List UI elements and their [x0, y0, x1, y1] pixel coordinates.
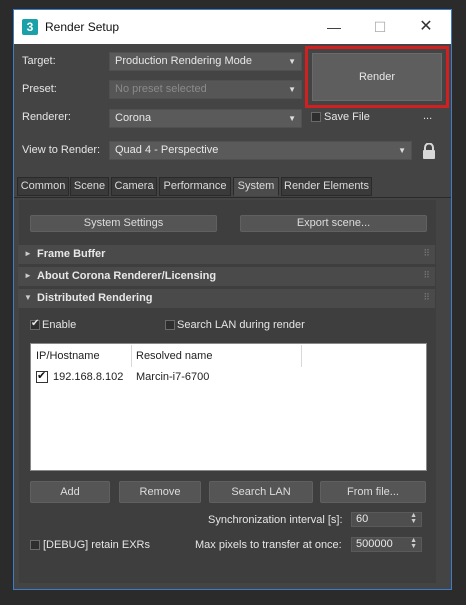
- chevron-down-icon: ▼: [398, 146, 406, 155]
- host-ip[interactable]: 192.168.8.102: [53, 371, 123, 383]
- spinner-arrows-icon[interactable]: ▲ ▼: [410, 512, 417, 525]
- tab-performance[interactable]: Performance: [159, 177, 231, 196]
- search-lan-checkbox[interactable]: [165, 320, 175, 330]
- close-button[interactable]: ✕: [403, 10, 449, 44]
- remove-button[interactable]: Remove: [119, 481, 201, 503]
- host-row-checkbox[interactable]: [36, 369, 48, 383]
- tab-camera[interactable]: Camera: [111, 177, 157, 196]
- sync-interval-spinner[interactable]: 60 ▲ ▼: [351, 512, 422, 527]
- system-settings-button[interactable]: System Settings: [30, 215, 217, 232]
- target-label: Target:: [22, 55, 56, 67]
- render-highlight-box: Render: [305, 46, 449, 108]
- chevron-down-icon: ▼: [288, 57, 296, 66]
- tab-bar: Common Scene Camera Performance System R…: [14, 176, 451, 198]
- enable-label: Enable: [42, 319, 77, 331]
- search-lan-label: Search LAN during render: [177, 319, 305, 331]
- drag-grip-icon: ⠿: [423, 292, 430, 302]
- rollout-distributed-rendering[interactable]: ▼ Distributed Rendering ⠿: [18, 289, 435, 308]
- expand-arrow-icon: ►: [24, 249, 32, 258]
- view-to-render-value: Quad 4 - Perspective: [115, 144, 219, 156]
- chevron-down-icon: ▼: [288, 114, 296, 123]
- column-header-resolved-name[interactable]: Resolved name: [136, 344, 212, 368]
- column-divider[interactable]: [301, 345, 302, 367]
- preset-dropdown[interactable]: No preset selected ▼: [109, 80, 302, 99]
- rollout-about-corona[interactable]: ► About Corona Renderer/Licensing ⠿: [18, 267, 435, 286]
- export-scene-button[interactable]: Export scene...: [240, 215, 427, 232]
- save-file-browse-button[interactable]: ...: [423, 110, 432, 122]
- target-dropdown[interactable]: Production Rendering Mode ▼: [109, 52, 302, 71]
- sync-interval-value: 60: [356, 513, 369, 525]
- debug-retain-exrs-checkbox[interactable]: [30, 540, 40, 550]
- rollout-title: Distributed Rendering: [37, 292, 153, 304]
- add-button[interactable]: Add: [30, 481, 110, 503]
- rollout-frame-buffer[interactable]: ► Frame Buffer ⠿: [18, 245, 435, 264]
- drag-grip-icon: ⠿: [423, 248, 430, 258]
- max-pixels-spinner[interactable]: 500000 ▲ ▼: [351, 537, 422, 552]
- renderer-value: Corona: [115, 112, 152, 124]
- save-file-checkbox[interactable]: [311, 112, 321, 122]
- save-file-label: Save File: [324, 111, 370, 123]
- collapse-arrow-icon: ▼: [24, 293, 32, 302]
- lock-icon[interactable]: [422, 143, 436, 159]
- view-to-render-label: View to Render:: [22, 144, 101, 156]
- search-lan-button[interactable]: Search LAN: [209, 481, 313, 503]
- drag-grip-icon: ⠿: [423, 270, 430, 280]
- tab-render-elements[interactable]: Render Elements: [281, 177, 372, 196]
- rollout-title: Frame Buffer: [37, 248, 106, 260]
- from-file-button[interactable]: From file...: [320, 481, 426, 503]
- column-header-ip[interactable]: IP/Hostname: [36, 344, 100, 368]
- window-title: Render Setup: [45, 20, 120, 34]
- target-value: Production Rendering Mode: [115, 55, 252, 67]
- title-bar[interactable]: 3 Render Setup — ☐ ✕: [14, 10, 451, 44]
- preset-value: No preset selected: [115, 83, 207, 95]
- tab-common[interactable]: Common: [17, 177, 69, 196]
- enable-checkbox[interactable]: [30, 318, 40, 330]
- renderer-dropdown[interactable]: Corona ▼: [109, 109, 302, 128]
- column-divider[interactable]: [131, 345, 132, 367]
- hosts-list[interactable]: IP/Hostname Resolved name 192.168.8.102 …: [30, 343, 427, 471]
- render-button[interactable]: Render: [312, 53, 442, 101]
- debug-retain-exrs-label: [DEBUG] retain EXRs: [43, 539, 150, 551]
- expand-arrow-icon: ►: [24, 271, 32, 280]
- tab-scene[interactable]: Scene: [70, 177, 109, 196]
- spinner-arrows-icon[interactable]: ▲ ▼: [410, 537, 417, 550]
- maximize-button[interactable]: ☐: [357, 10, 403, 44]
- rollout-title: About Corona Renderer/Licensing: [37, 270, 217, 282]
- host-resolved-name[interactable]: Marcin-i7-6700: [136, 371, 209, 383]
- minimize-button[interactable]: —: [311, 10, 357, 44]
- view-to-render-dropdown[interactable]: Quad 4 - Perspective ▼: [109, 141, 412, 160]
- max-pixels-label: Max pixels to transfer at once:: [195, 539, 342, 551]
- renderer-label: Renderer:: [22, 111, 71, 123]
- chevron-down-icon: ▼: [288, 85, 296, 94]
- max-pixels-value: 500000: [356, 538, 393, 550]
- tab-system[interactable]: System: [233, 177, 279, 196]
- sync-interval-label: Synchronization interval [s]:: [208, 514, 343, 526]
- 3dsmax-app-icon: 3: [22, 19, 38, 35]
- preset-label: Preset:: [22, 83, 57, 95]
